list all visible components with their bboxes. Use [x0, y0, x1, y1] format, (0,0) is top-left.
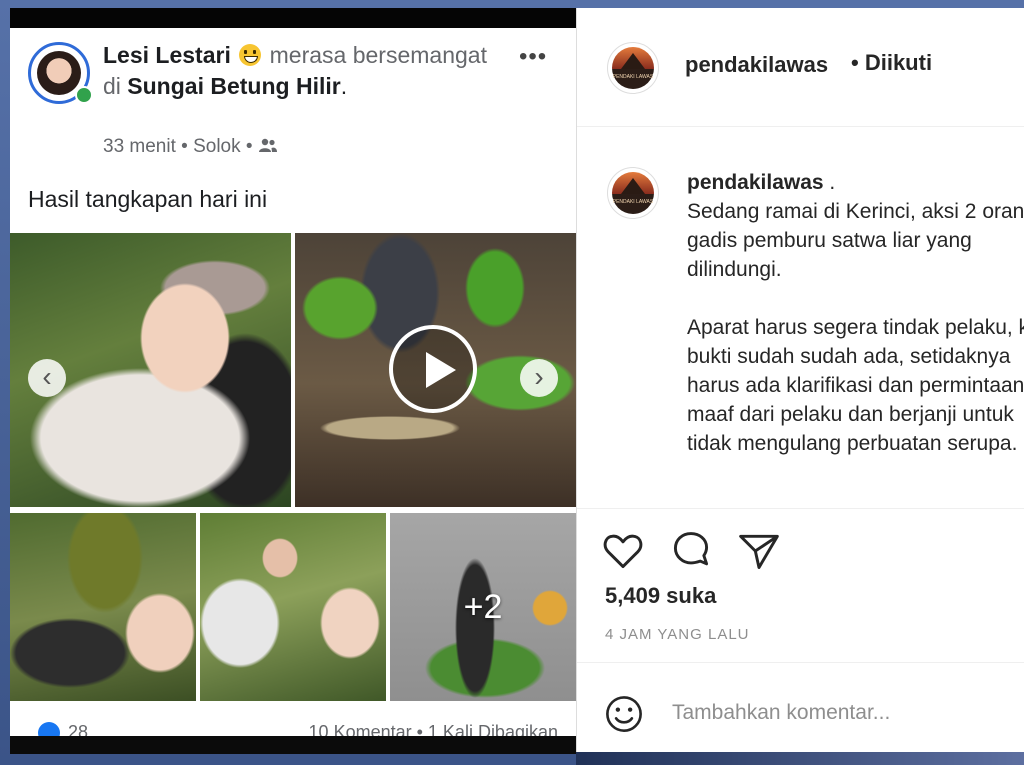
comment-author-suffix: .	[823, 171, 836, 194]
carousel-prev-button[interactable]: ‹	[28, 359, 66, 397]
comment-line: harus ada klarifikasi dan permintaan	[687, 374, 1024, 397]
add-comment-bar: Tambahkan komentar...	[577, 662, 1024, 752]
comment-line: gadis pemburu satwa liar yang	[687, 229, 972, 252]
post-caption: Hasil tangkapan hari ini	[28, 186, 268, 212]
instagram-header: PENDAKI LAWAS pendakilawas • Diikuti	[577, 8, 1024, 127]
carousel-next-button[interactable]: ›	[520, 359, 558, 397]
logo-text: PENDAKI LAWAS	[612, 74, 654, 80]
online-status-dot	[75, 86, 93, 104]
bottom-black-bar	[10, 736, 576, 754]
photo-woman-with-bird[interactable]	[10, 513, 196, 701]
post-meta: 33 menit • Solok •	[103, 136, 278, 158]
photo-more-birds[interactable]: +2	[390, 513, 576, 701]
photo-grid: ‹ › +2	[10, 233, 576, 701]
comment-icon[interactable]	[669, 529, 713, 573]
post-header: Lesi Lestari merasa bersemangat di Sunga…	[103, 40, 493, 102]
friends-audience-icon	[258, 138, 277, 152]
meta-separator-2: •	[245, 136, 253, 157]
facebook-post: Lesi Lestari merasa bersemangat di Sunga…	[10, 28, 576, 740]
grinning-face-emoji-icon	[239, 44, 262, 66]
follow-separator: •	[851, 50, 859, 75]
post-time[interactable]: 33 menit	[103, 136, 176, 157]
comment-line: Aparat harus segera tindak pelaku, karen…	[687, 316, 1024, 339]
post-place: Solok	[193, 136, 241, 157]
profile-logo[interactable]: PENDAKI LAWAS	[607, 42, 659, 94]
comment-line: tidak mengulang perbuatan serupa.	[687, 432, 1018, 455]
post-timestamp: 4 JAM YANG LALU	[605, 626, 750, 643]
more-photos-count: +2	[463, 587, 503, 626]
follow-status[interactable]: • Diikuti	[851, 50, 932, 76]
meta-separator-1: •	[181, 136, 188, 157]
post-actions: 5,409 suka 4 JAM YANG LALU	[577, 508, 1024, 663]
post-author[interactable]: Lesi Lestari	[103, 42, 231, 68]
photo-two-women[interactable]	[200, 513, 386, 701]
comment-line: maaf dari pelaku dan berjanji untuk	[687, 403, 1014, 426]
more-options-button[interactable]: •••	[519, 43, 547, 71]
profile-username[interactable]: pendakilawas	[685, 52, 828, 78]
heart-icon[interactable]	[601, 529, 645, 573]
comment-author-logo[interactable]: PENDAKI LAWAS	[607, 167, 659, 219]
post-location-link[interactable]: Sungai Betung Hilir	[127, 73, 340, 99]
comment-line: dilindungi.	[687, 258, 782, 281]
comment-input[interactable]: Tambahkan komentar...	[672, 701, 890, 725]
comment-blank-line	[687, 284, 1024, 313]
header-period: .	[340, 73, 348, 99]
mountain-logo-icon	[621, 178, 645, 194]
post-caption-comment: pendakilawas . Sedang ramai di Kerinci, …	[687, 168, 1024, 458]
like-count[interactable]: 5,409 suka	[605, 583, 716, 609]
emoji-smile-icon[interactable]	[603, 693, 645, 735]
instagram-panel: PENDAKI LAWAS pendakilawas • Diikuti PEN…	[576, 8, 1024, 752]
comment-line: bukti sudah sudah ada, setidaknya	[687, 345, 1011, 368]
avatar-face	[37, 51, 81, 95]
play-icon[interactable]	[389, 325, 477, 413]
comment-line: Sedang ramai di Kerinci, aksi 2 orang	[687, 200, 1024, 223]
bottom-strip	[576, 752, 1024, 765]
follow-status-label: Diikuti	[864, 50, 933, 75]
mountain-logo-icon	[621, 53, 645, 69]
comment-author[interactable]: pendakilawas	[687, 171, 824, 194]
top-black-bar	[10, 8, 576, 28]
share-send-icon[interactable]	[737, 529, 781, 573]
logo-text: PENDAKI LAWAS	[612, 199, 654, 205]
